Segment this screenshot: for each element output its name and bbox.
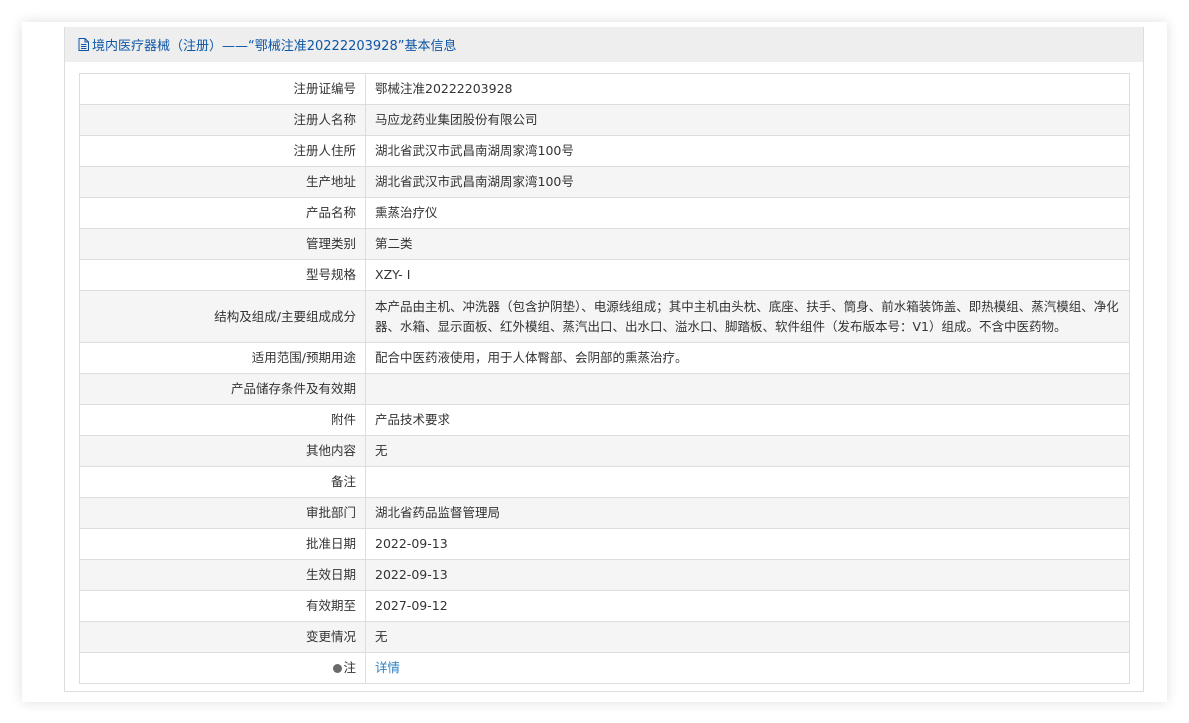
field-value: 2027-09-12 xyxy=(365,590,1130,622)
field-label: 型号规格 xyxy=(79,259,366,291)
table-row: 注册人名称 马应龙药业集团股份有限公司 xyxy=(79,104,1130,136)
field-label: 审批部门 xyxy=(79,497,366,529)
field-value: 湖北省药品监督管理局 xyxy=(365,497,1130,529)
document-icon xyxy=(78,38,89,51)
field-label: 备注 xyxy=(79,466,366,498)
field-label: 适用范围/预期用途 xyxy=(79,342,366,374)
table-row: 生产地址 湖北省武汉市武昌南湖周家湾100号 xyxy=(79,166,1130,198)
table-row: 产品名称 熏蒸治疗仪 xyxy=(79,197,1130,229)
bulb-icon xyxy=(333,664,343,673)
page-card: 境内医疗器械（注册）——“鄂械注准20222203928”基本信息 注册证编号鄂… xyxy=(22,22,1167,702)
table-row: 审批部门 湖北省药品监督管理局 xyxy=(79,497,1130,529)
table-row: 有效期至 2027-09-12 xyxy=(79,590,1130,622)
table-row: 管理类别 第二类 xyxy=(79,228,1130,260)
note-label-cell: 注 xyxy=(79,652,366,684)
table-row: 适用范围/预期用途 配合中医药液使用，用于人体臀部、会阴部的熏蒸治疗。 xyxy=(79,342,1130,374)
note-value-cell: 详情 xyxy=(365,652,1130,684)
field-label: 有效期至 xyxy=(79,590,366,622)
field-label: 产品储存条件及有效期 xyxy=(79,373,366,405)
field-value: XZY- I xyxy=(365,259,1130,291)
note-label: 注 xyxy=(343,660,356,675)
field-value: 无 xyxy=(365,621,1130,653)
field-value: 配合中医药液使用，用于人体臀部、会阴部的熏蒸治疗。 xyxy=(365,342,1130,374)
note-row: 注 详情 xyxy=(79,652,1130,684)
table-row: 批准日期 2022-09-13 xyxy=(79,528,1130,560)
info-table: 注册证编号 鄂械注准20222203928 注册人名称 马应龙药业集团股份有限公司 注册… xyxy=(79,73,1130,684)
detail-link[interactable]: 详情 xyxy=(375,660,400,675)
field-value xyxy=(365,373,1130,405)
table-row: 注册人住所 湖北省武汉市武昌南湖周家湾100号 xyxy=(79,135,1130,167)
field-value: 湖北省武汉市武昌南湖周家湾100号 xyxy=(365,135,1130,167)
field-value: 马应龙药业集团股份有限公司 xyxy=(365,104,1130,136)
table-row: 注册证编号 鄂械注准20222203928 xyxy=(79,73,1130,105)
field-value: 鄂械注准20222203928 xyxy=(365,73,1130,105)
field-label: 结构及组成/主要组成成分 xyxy=(79,290,366,343)
field-value: 熏蒸治疗仪 xyxy=(365,197,1130,229)
field-label: 附件 xyxy=(79,404,366,436)
table-row: 结构及组成/主要组成成分 本产品由主机、冲洗器（包含护阴垫）、电源线组成；其中主机… xyxy=(79,290,1130,343)
table-row: 备注 xyxy=(79,466,1130,498)
field-label: 注册证编号 xyxy=(79,73,366,105)
panel-title: 境内医疗器械（注册）——“鄂械注准20222203928”基本信息 xyxy=(92,39,457,54)
field-label: 生效日期 xyxy=(79,559,366,591)
field-value: 第二类 xyxy=(365,228,1130,260)
field-label: 变更情况 xyxy=(79,621,366,653)
field-label: 其他内容 xyxy=(79,435,366,467)
table-row: 型号规格 XZY- I xyxy=(79,259,1130,291)
table-row: 附件 产品技术要求 xyxy=(79,404,1130,436)
field-label: 注册人名称 xyxy=(79,104,366,136)
field-value: 湖北省武汉市武昌南湖周家湾100号 xyxy=(365,166,1130,198)
field-label: 管理类别 xyxy=(79,228,366,260)
field-value: 产品技术要求 xyxy=(365,404,1130,436)
field-value xyxy=(365,466,1130,498)
field-value: 无 xyxy=(365,435,1130,467)
table-row: 变更情况无 xyxy=(79,621,1130,653)
field-value: 本产品由主机、冲洗器（包含护阴垫）、电源线组成；其中主机由头枕、底座、扶手、筒身… xyxy=(365,290,1130,343)
field-label: 批准日期 xyxy=(79,528,366,560)
panel-header: 境内医疗器械（注册）——“鄂械注准20222203928”基本信息 xyxy=(65,27,1143,62)
table-row: 其他内容无 xyxy=(79,435,1130,467)
field-label: 生产地址 xyxy=(79,166,366,198)
info-panel: 境内医疗器械（注册）——“鄂械注准20222203928”基本信息 注册证编号鄂… xyxy=(64,27,1144,692)
field-label: 注册人住所 xyxy=(79,135,366,167)
field-value: 2022-09-13 xyxy=(365,559,1130,591)
table-row: 产品储存条件及有效期 xyxy=(79,373,1130,405)
field-value: 2022-09-13 xyxy=(365,528,1130,560)
field-label: 产品名称 xyxy=(79,197,366,229)
table-row: 生效日期 2022-09-13 xyxy=(79,559,1130,591)
